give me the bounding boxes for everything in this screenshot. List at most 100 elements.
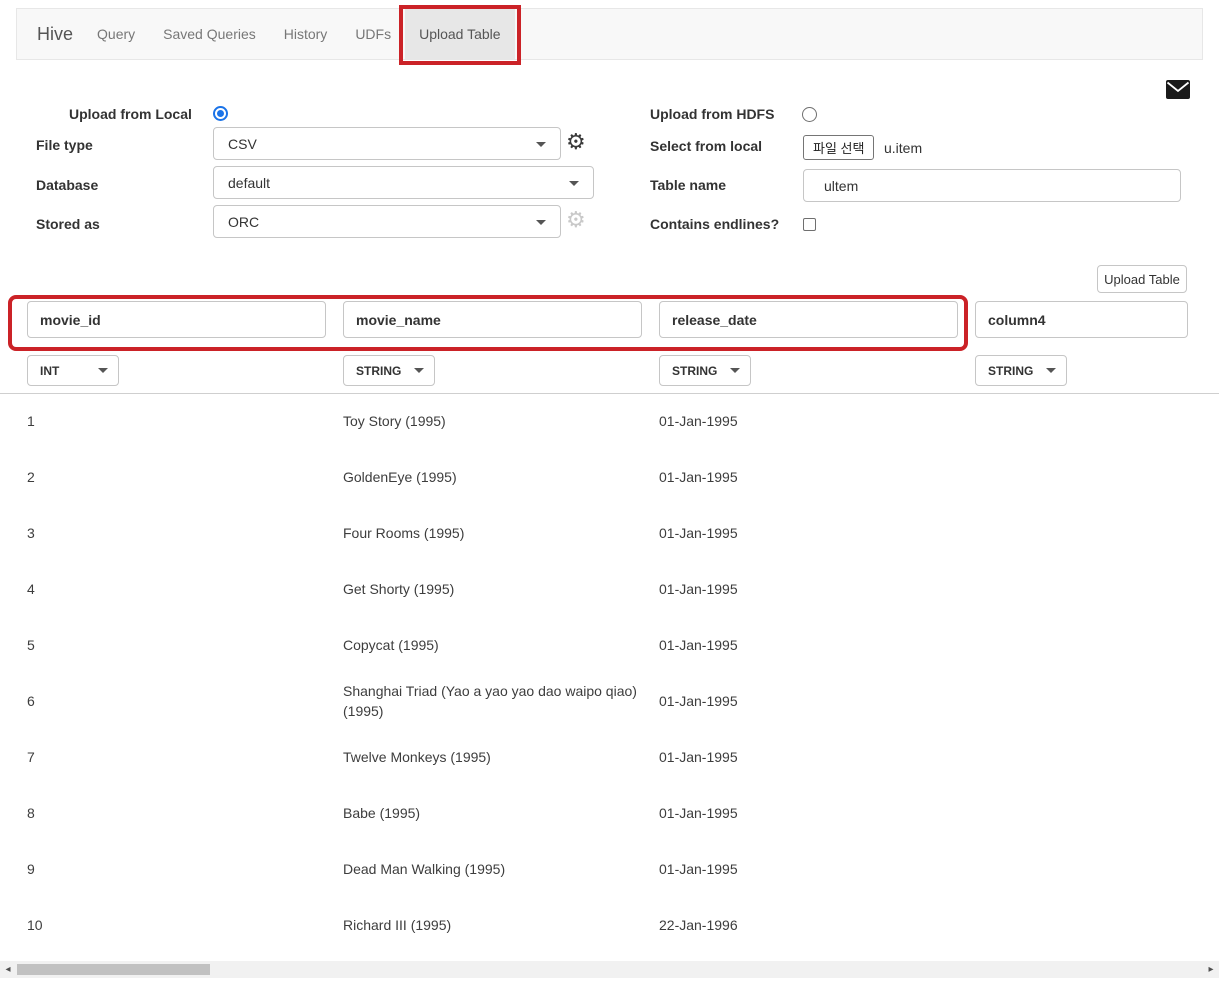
table-row: 8 Babe (1995) 01-Jan-1995 bbox=[0, 785, 1219, 841]
table-cell: 01-Jan-1995 bbox=[659, 749, 738, 765]
table-cell: 7 bbox=[27, 749, 35, 765]
table-cell: Shanghai Triad (Yao a yao yao dao waipo … bbox=[343, 683, 637, 719]
app-brand: Hive bbox=[37, 23, 74, 44]
table-cell: 22-Jan-1996 bbox=[659, 917, 738, 933]
table-cell: Babe (1995) bbox=[343, 805, 421, 821]
tab-history[interactable]: History bbox=[270, 9, 342, 59]
table-cell: 6 bbox=[27, 693, 35, 709]
table-name-label: Table name bbox=[650, 177, 726, 193]
table-cell: 01-Jan-1995 bbox=[659, 525, 738, 541]
file-type-label: File type bbox=[36, 137, 93, 153]
table-cell: GoldenEye (1995) bbox=[343, 469, 457, 485]
column-type-select-4[interactable]: STRING bbox=[975, 355, 1067, 386]
table-cell: 3 bbox=[27, 525, 35, 541]
select-from-local-label: Select from local bbox=[650, 138, 763, 154]
scroll-left-arrow-icon[interactable]: ◂ bbox=[0, 961, 16, 978]
stored-as-settings-gear-icon[interactable]: ⚙ bbox=[566, 209, 586, 231]
top-nav: Hive Query Saved Queries History UDFs Up… bbox=[16, 5, 1203, 65]
column-name-input-4[interactable] bbox=[975, 301, 1188, 338]
column-type-value: STRING bbox=[988, 363, 1034, 378]
tab-saved-queries[interactable]: Saved Queries bbox=[149, 9, 270, 59]
table-cell: 8 bbox=[27, 805, 35, 821]
tab-query[interactable]: Query bbox=[83, 9, 149, 59]
table-cell: Twelve Monkeys (1995) bbox=[343, 749, 491, 765]
upload-from-hdfs-radio[interactable] bbox=[802, 107, 817, 122]
choose-file-button[interactable]: 파일 선택 bbox=[803, 135, 875, 160]
table-cell: Dead Man Walking (1995) bbox=[343, 861, 506, 877]
table-cell: 01-Jan-1995 bbox=[659, 693, 738, 709]
table-cell: 01-Jan-1995 bbox=[659, 637, 738, 653]
column-type-select-1[interactable]: INT bbox=[27, 355, 119, 386]
column-type-value: STRING bbox=[672, 363, 718, 378]
nav-tabs: Query Saved Queries History UDFs Upload … bbox=[83, 5, 521, 65]
chevron-down-icon bbox=[98, 368, 108, 373]
table-row: 2 GoldenEye (1995) 01-Jan-1995 bbox=[0, 449, 1219, 505]
table-row: 5 Copycat (1995) 01-Jan-1995 bbox=[0, 617, 1219, 673]
column-type-value: INT bbox=[40, 363, 60, 378]
table-name-input[interactable] bbox=[803, 169, 1181, 202]
upload-from-local-radio[interactable] bbox=[213, 106, 228, 121]
chevron-down-icon bbox=[536, 219, 546, 225]
envelope-icon bbox=[1166, 80, 1190, 99]
table-cell: 01-Jan-1995 bbox=[659, 469, 738, 485]
tab-label: UDFs bbox=[355, 26, 392, 42]
database-select[interactable]: default bbox=[213, 166, 594, 199]
table-cell: 01-Jan-1995 bbox=[659, 581, 738, 597]
table-row: 3 Four Rooms (1995) 01-Jan-1995 bbox=[0, 505, 1219, 561]
tab-label: Upload Table bbox=[419, 26, 501, 42]
message-envelope-icon[interactable] bbox=[1166, 80, 1190, 99]
upload-from-local-label: Upload from Local bbox=[69, 106, 192, 122]
tab-label: History bbox=[283, 26, 328, 42]
chevron-down-icon bbox=[414, 368, 424, 373]
scroll-right-arrow-icon[interactable]: ▸ bbox=[1203, 961, 1219, 978]
table-cell: Richard III (1995) bbox=[343, 917, 452, 933]
chevron-down-icon bbox=[730, 368, 740, 373]
table-cell: Four Rooms (1995) bbox=[343, 525, 465, 541]
table-cell: 01-Jan-1995 bbox=[659, 861, 738, 877]
table-row: 9 Dead Man Walking (1995) 01-Jan-1995 bbox=[0, 841, 1219, 897]
scrollbar-thumb[interactable] bbox=[17, 964, 210, 975]
table-row: 7 Twelve Monkeys (1995) 01-Jan-1995 bbox=[0, 729, 1219, 785]
tab-udfs[interactable]: UDFs bbox=[341, 9, 405, 59]
contains-endlines-label: Contains endlines? bbox=[650, 216, 780, 232]
file-type-select[interactable]: CSV bbox=[213, 127, 561, 160]
upload-from-hdfs-label: Upload from HDFS bbox=[650, 106, 775, 122]
stored-as-value: ORC bbox=[228, 213, 260, 230]
table-row: 6 Shanghai Triad (Yao a yao yao dao waipo… bbox=[0, 673, 1219, 729]
stored-as-select[interactable]: ORC bbox=[213, 205, 561, 238]
table-row: 1 Toy Story (1995) 01-Jan-1995 bbox=[0, 393, 1219, 449]
contains-endlines-checkbox[interactable] bbox=[803, 218, 816, 231]
table-cell: 01-Jan-1995 bbox=[659, 805, 738, 821]
table-row: 10 Richard III (1995) 22-Jan-1996 bbox=[0, 897, 1219, 953]
column-name-input-2[interactable] bbox=[343, 301, 642, 338]
table-cell: 2 bbox=[27, 469, 35, 485]
stored-as-label: Stored as bbox=[36, 216, 100, 232]
upload-table-button[interactable]: Upload Table bbox=[1097, 265, 1187, 293]
column-type-select-3[interactable]: STRING bbox=[659, 355, 751, 386]
chevron-down-icon bbox=[536, 141, 546, 147]
column-name-input-3[interactable] bbox=[659, 301, 958, 338]
preview-rows: 1 Toy Story (1995) 01-Jan-1995 2 GoldenEye (… bbox=[0, 393, 1219, 953]
chevron-down-icon bbox=[1046, 368, 1056, 373]
tab-label: Query bbox=[97, 26, 136, 42]
selected-file-name: u.item bbox=[884, 140, 923, 156]
table-cell: Get Shorty (1995) bbox=[343, 581, 455, 597]
database-label: Database bbox=[36, 177, 99, 193]
file-type-settings-gear-icon[interactable]: ⚙ bbox=[566, 131, 586, 153]
tab-upload-table[interactable]: Upload Table bbox=[399, 5, 521, 65]
table-cell: 9 bbox=[27, 861, 35, 877]
table-cell: Copycat (1995) bbox=[343, 637, 439, 653]
table-cell: 01-Jan-1995 bbox=[659, 413, 738, 429]
chevron-down-icon bbox=[569, 180, 579, 186]
table-cell: 1 bbox=[27, 413, 35, 429]
table-cell: 10 bbox=[27, 917, 43, 933]
horizontal-scrollbar[interactable]: ◂ ▸ bbox=[0, 961, 1219, 978]
column-name-input-1[interactable] bbox=[27, 301, 326, 338]
table-cell: Toy Story (1995) bbox=[343, 413, 446, 429]
column-type-select-2[interactable]: STRING bbox=[343, 355, 435, 386]
column-type-value: STRING bbox=[356, 363, 402, 378]
upload-table-page: Hive Query Saved Queries History UDFs Up… bbox=[0, 0, 1219, 995]
table-row: 4 Get Shorty (1995) 01-Jan-1995 bbox=[0, 561, 1219, 617]
table-cell: 5 bbox=[27, 637, 35, 653]
database-value: default bbox=[228, 174, 271, 191]
